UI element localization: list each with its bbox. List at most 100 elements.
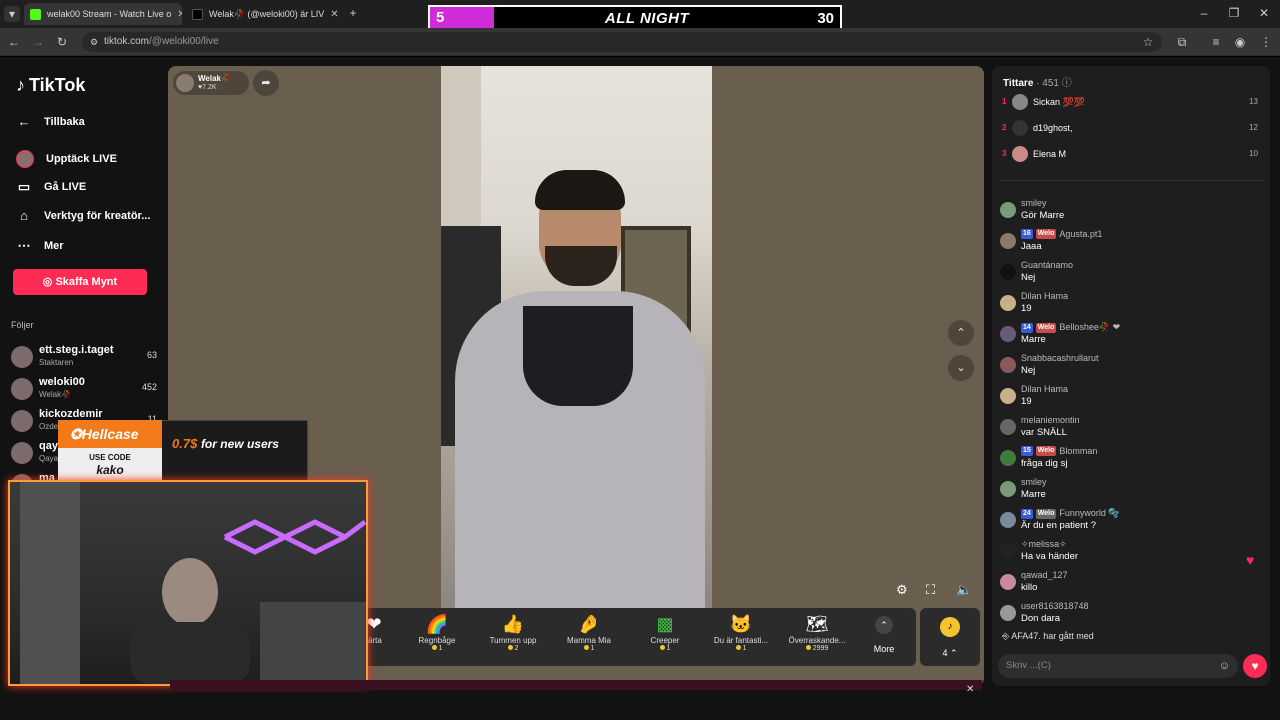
top-viewer-row[interactable]: 1 Sickan 💯💯 13	[1000, 92, 1268, 114]
chat-username[interactable]: Guantánamo	[1021, 260, 1073, 270]
close-icon[interactable]: ✕	[330, 9, 338, 20]
sidebar-item-go-live[interactable]: ▭ Gå LIVE	[16, 179, 86, 195]
chat-username-row[interactable]: qawad_127	[1021, 570, 1068, 580]
sidebar-item-creator-tools[interactable]: ⌂ Verktyg för kreatör...	[16, 208, 150, 223]
url-input[interactable]: tiktok.com/@weloki00/live	[82, 32, 1162, 52]
sidebar-item-discover-live[interactable]: Upptäck LIVE	[16, 150, 117, 168]
chevron-down-icon[interactable]: ⌄	[948, 355, 974, 381]
avatar[interactable]	[1000, 233, 1016, 249]
chat-username[interactable]: Belloshee🥀 ❤	[1059, 322, 1120, 333]
chat-username-row[interactable]: melaniemontin	[1021, 415, 1080, 425]
chat-text: Nej	[1021, 272, 1036, 283]
gift-item[interactable]: ▩ Creeper 1	[627, 612, 703, 652]
volume-icon[interactable]: 🔈	[956, 582, 972, 598]
tab-search-button[interactable]: ▾	[4, 6, 20, 22]
following-item[interactable]: weloki00 Welak🥀 452	[11, 376, 161, 402]
minimize-icon[interactable]: –	[1196, 5, 1212, 21]
settings-icon[interactable]: ⚙	[896, 582, 908, 598]
profile-icon[interactable]: ◉	[1232, 34, 1248, 50]
coin-balance-button[interactable]: ♪ 4 ⌃	[920, 608, 980, 666]
chat-username[interactable]: Funnyworld 🫧	[1059, 508, 1119, 519]
tab-tiktok-live[interactable]: Welak🥀 (@weloki00) är LIV ✕	[186, 3, 338, 25]
chat-username[interactable]: ✧melissa✧	[1021, 539, 1067, 550]
top-viewer-row[interactable]: 2 d19ghost, 12	[1000, 118, 1268, 140]
avatar[interactable]	[1000, 419, 1016, 435]
share-icon[interactable]: ➦	[253, 70, 279, 96]
chat-username-row[interactable]: Dilan Hama	[1021, 291, 1068, 301]
viewers-header[interactable]: Tittare · 451 ⓘ	[1003, 74, 1072, 89]
extensions-icon[interactable]: ⧉	[1174, 34, 1190, 50]
chat-username[interactable]: Dilan Hama	[1021, 384, 1068, 394]
like-heart-button[interactable]: ♥	[1243, 654, 1267, 678]
menu-kebab-icon[interactable]: ⋮	[1258, 34, 1274, 50]
avatar[interactable]	[1000, 512, 1016, 528]
site-info-icon[interactable]: ⚙	[86, 34, 102, 50]
avatar[interactable]	[1000, 388, 1016, 404]
chat-username[interactable]: qawad_127	[1021, 570, 1068, 580]
chevron-up-icon[interactable]: ⌃	[948, 320, 974, 346]
chat-username-row[interactable]: Snabbacashrullarut	[1021, 353, 1099, 363]
chat-username-row[interactable]: smiley	[1021, 477, 1047, 487]
chat-message: user8163818748 Don dara	[998, 601, 1266, 631]
chat-username-row[interactable]: 24 Welo Funnyworld 🫧	[1021, 508, 1120, 519]
gift-item[interactable]: 🗺 Överraskande... 2999	[779, 612, 855, 652]
coin-balance: 4 ⌃	[942, 648, 958, 658]
close-icon[interactable]: ✕	[966, 684, 974, 695]
chat-username[interactable]: smiley	[1021, 477, 1047, 487]
chat-username[interactable]: Snabbacashrullarut	[1021, 353, 1099, 363]
forward-arrow-icon[interactable]: →	[30, 34, 46, 50]
restore-icon[interactable]: ❐	[1226, 5, 1242, 21]
chat-username[interactable]: user8163818748	[1021, 601, 1089, 611]
chat-username[interactable]: Agusta.pt1	[1059, 229, 1102, 239]
chat-username-row[interactable]: Dilan Hama	[1021, 384, 1068, 394]
avatar[interactable]	[1000, 481, 1016, 497]
emoji-icon[interactable]: ☺	[1219, 654, 1230, 678]
media-controls-icon[interactable]: ≡	[1208, 34, 1224, 50]
top-viewer-row[interactable]: 3 Elena M 10	[1000, 144, 1268, 166]
chat-username-row[interactable]: 16 Welo Agusta.pt1	[1021, 229, 1102, 239]
chat-input[interactable]: Skriv ...(C) ☺	[998, 654, 1238, 678]
avatar[interactable]	[1000, 326, 1016, 342]
chat-username[interactable]: Dilan Hama	[1021, 291, 1068, 301]
close-icon[interactable]: ✕	[177, 9, 182, 20]
tab-kick-stream[interactable]: welak00 Stream - Watch Live o ✕	[24, 3, 182, 25]
chat-username[interactable]: smiley	[1021, 198, 1047, 208]
avatar[interactable]	[1000, 543, 1016, 559]
chat-message: Guantánamo Nej	[998, 260, 1266, 290]
avatar[interactable]	[1000, 357, 1016, 373]
gift-item[interactable]: 🤌 Mamma Mia 1	[551, 612, 627, 652]
back-link[interactable]: ← Tillbaka	[16, 114, 85, 129]
host-chip[interactable]: Welak🥀 ♥7.2K	[173, 71, 249, 95]
avatar[interactable]	[1000, 450, 1016, 466]
chat-username[interactable]: melaniemontin	[1021, 415, 1080, 425]
get-coins-button[interactable]: ◎ Skaffa Mynt	[13, 269, 147, 295]
avatar[interactable]	[1000, 574, 1016, 590]
tiktok-logo[interactable]: ♪ TikTok	[16, 75, 85, 96]
avatar[interactable]	[1000, 202, 1016, 218]
window-close-icon[interactable]: ✕	[1256, 5, 1272, 21]
chat-username-row[interactable]: user8163818748	[1021, 601, 1089, 611]
chat-username-row[interactable]: 14 Welo Belloshee🥀 ❤	[1021, 322, 1120, 333]
bookmark-star-icon[interactable]: ☆	[1140, 34, 1156, 50]
live-video[interactable]	[441, 66, 712, 608]
chat-username-row[interactable]: 15 Welo Blomman	[1021, 446, 1097, 456]
level-badge: 24	[1021, 508, 1033, 519]
new-tab-button[interactable]: +	[345, 5, 361, 21]
following-item[interactable]: ett.steg.i.taget Staktaren 63	[11, 344, 161, 370]
more-gifts-button[interactable]: ⌃ More	[866, 616, 902, 654]
gift-item[interactable]: 👍 Tummen upp 2	[475, 612, 551, 652]
sidebar-item-more[interactable]: ⋯ Mer	[16, 238, 64, 254]
chat-username-row[interactable]: smiley	[1021, 198, 1047, 208]
chat-text: 19	[1021, 396, 1032, 407]
chat-username-row[interactable]: Guantánamo	[1021, 260, 1073, 270]
avatar[interactable]	[1000, 295, 1016, 311]
reload-icon[interactable]: ↻	[54, 34, 70, 50]
back-arrow-icon[interactable]: ←	[6, 34, 22, 50]
chat-username[interactable]: Blomman	[1059, 446, 1097, 456]
avatar[interactable]	[1000, 605, 1016, 621]
fullscreen-icon[interactable]: ⛶	[926, 582, 935, 598]
gift-item[interactable]: 🌈 Regnbåge 1	[399, 612, 475, 652]
chat-username-row[interactable]: ✧melissa✧	[1021, 539, 1067, 550]
avatar[interactable]	[1000, 264, 1016, 280]
gift-item[interactable]: 🐱 Du är fantasti... 1	[703, 612, 779, 652]
